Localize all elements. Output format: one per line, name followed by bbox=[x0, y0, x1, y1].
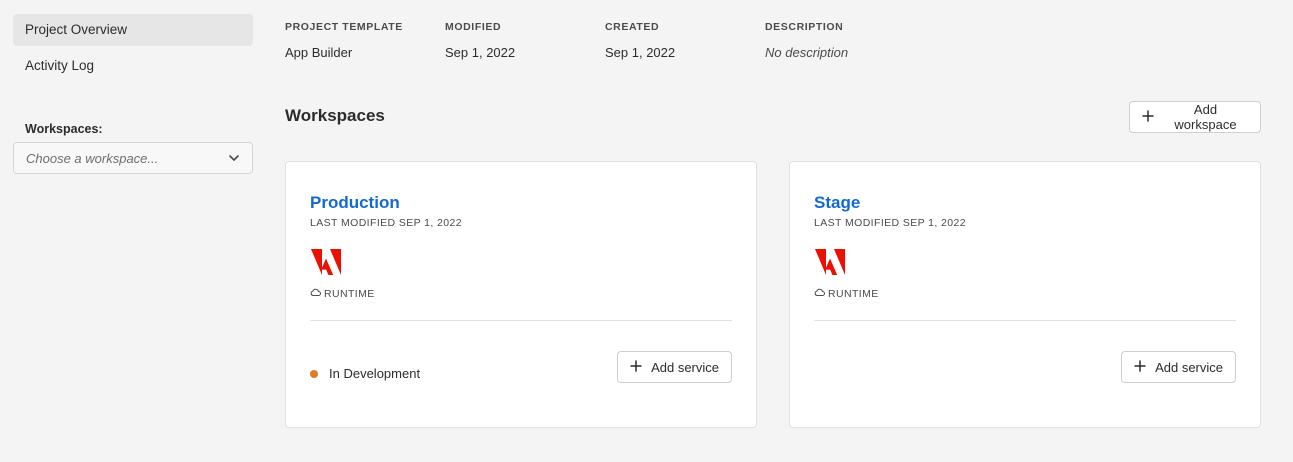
workspace-select-placeholder: Choose a workspace... bbox=[26, 150, 159, 166]
adobe-logo-icon bbox=[311, 249, 341, 280]
plus-icon bbox=[1134, 359, 1146, 375]
workspace-last-modified: LAST MODIFIED SEP 1, 2022 bbox=[310, 217, 463, 229]
sidebar-item-activity-log[interactable]: Activity Log bbox=[13, 50, 253, 82]
workspaces-label: Workspaces: bbox=[25, 122, 103, 136]
meta-template: PROJECT TEMPLATE App Builder bbox=[285, 21, 445, 60]
add-workspace-label: Add workspace bbox=[1174, 102, 1237, 132]
meta-modified-value: Sep 1, 2022 bbox=[445, 45, 516, 60]
runtime-service: RUNTIME bbox=[814, 288, 879, 300]
workspaces-title: Workspaces bbox=[285, 106, 385, 125]
meta-created-header: CREATED bbox=[605, 21, 660, 33]
meta-description-value: No description bbox=[765, 45, 849, 60]
status-label: In Development bbox=[329, 366, 421, 381]
meta-modified-header: MODIFIED bbox=[445, 21, 502, 33]
add-service-button[interactable]: Add service bbox=[1121, 351, 1236, 383]
add-service-button[interactable]: Add service bbox=[617, 351, 732, 383]
card-divider bbox=[310, 320, 732, 321]
card-divider bbox=[814, 320, 1236, 321]
meta-created: CREATED Sep 1, 2022 bbox=[605, 21, 765, 60]
status-dot bbox=[310, 369, 318, 378]
runtime-label: RUNTIME bbox=[828, 288, 879, 300]
cloud-icon bbox=[814, 288, 825, 300]
workspace-status: In Development bbox=[310, 366, 420, 381]
workspace-last-modified: LAST MODIFIED SEP 1, 2022 bbox=[814, 217, 967, 229]
plus-icon bbox=[1142, 109, 1154, 125]
workspace-card-stage: Stage LAST MODIFIED SEP 1, 2022 RUNTIME … bbox=[789, 161, 1261, 428]
cloud-icon bbox=[310, 288, 321, 300]
workspace-card-production: Production LAST MODIFIED SEP 1, 2022 RUN… bbox=[285, 161, 757, 428]
runtime-service: RUNTIME bbox=[310, 288, 375, 300]
workspace-name-link[interactable]: Stage bbox=[814, 193, 860, 213]
sidebar-item-project-overview[interactable]: Project Overview bbox=[13, 14, 253, 46]
runtime-label: RUNTIME bbox=[324, 288, 375, 300]
add-workspace-button[interactable]: Add workspace bbox=[1129, 101, 1261, 133]
meta-created-value: Sep 1, 2022 bbox=[605, 45, 676, 60]
plus-icon bbox=[630, 359, 642, 375]
workspace-select[interactable]: Choose a workspace... bbox=[13, 142, 253, 174]
project-metadata: PROJECT TEMPLATE App Builder MODIFIED Se… bbox=[285, 21, 965, 60]
meta-template-value: App Builder bbox=[285, 45, 353, 60]
meta-description: DESCRIPTION No description bbox=[765, 21, 965, 60]
add-service-label: Add service bbox=[651, 359, 719, 375]
sidebar: Project Overview Activity Log Workspaces… bbox=[13, 14, 253, 174]
meta-description-header: DESCRIPTION bbox=[765, 21, 844, 33]
meta-modified: MODIFIED Sep 1, 2022 bbox=[445, 21, 605, 60]
meta-template-header: PROJECT TEMPLATE bbox=[285, 21, 403, 33]
workspace-name-link[interactable]: Production bbox=[310, 193, 400, 213]
adobe-logo-icon bbox=[815, 249, 845, 280]
chevron-down-icon bbox=[228, 152, 240, 164]
add-service-label: Add service bbox=[1155, 359, 1223, 375]
